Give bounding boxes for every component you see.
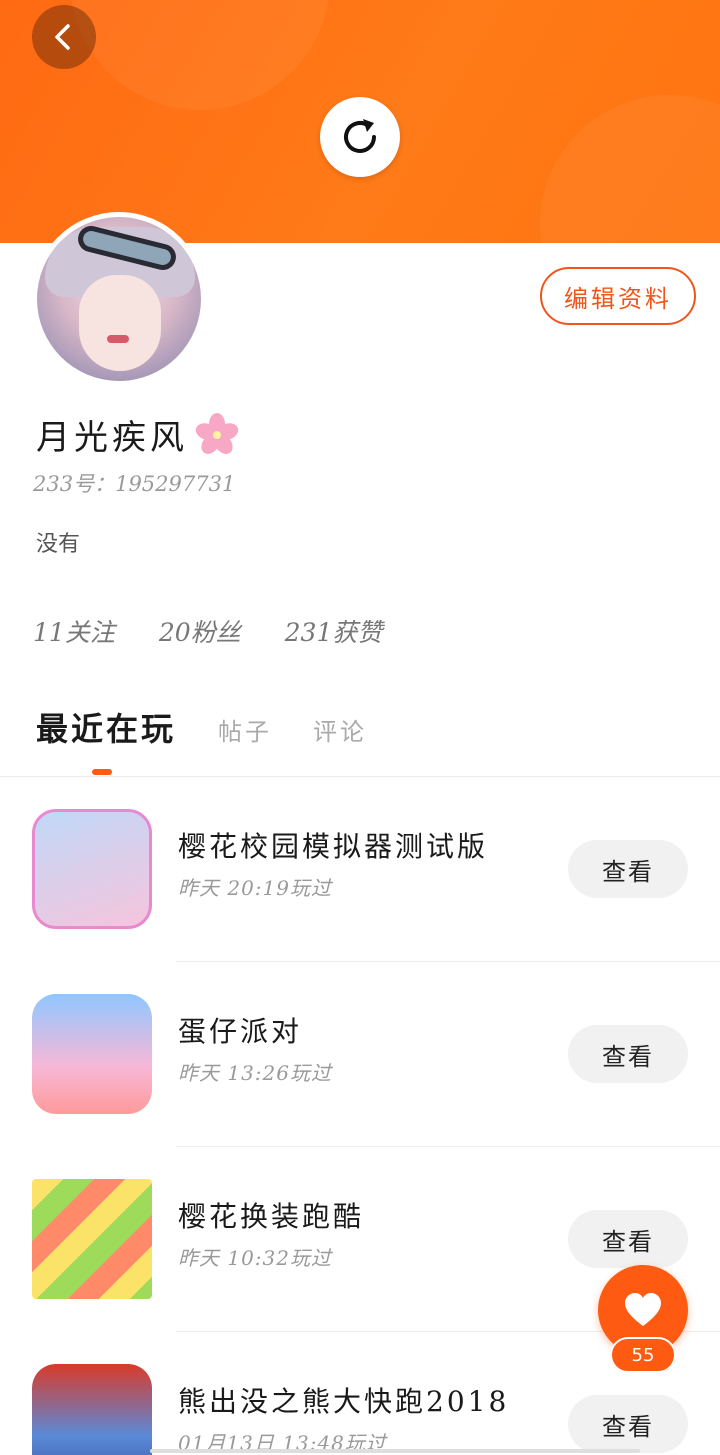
heart-icon bbox=[625, 1293, 661, 1326]
home-indicator bbox=[150, 1449, 640, 1453]
header-decoration bbox=[70, 0, 330, 110]
edit-profile-button[interactable]: 编辑资料 bbox=[540, 267, 696, 325]
view-button[interactable]: 查看 bbox=[568, 1025, 688, 1083]
played-time: 昨天 10:32玩过 bbox=[178, 1246, 332, 1270]
tab-posts[interactable]: 帖子 bbox=[218, 712, 272, 747]
stat-value: 11 bbox=[33, 618, 65, 647]
refresh-icon bbox=[344, 119, 376, 153]
stat-label: 获赞 bbox=[332, 618, 383, 647]
view-button[interactable]: 查看 bbox=[568, 1395, 688, 1453]
stat-label: 关注 bbox=[64, 618, 115, 647]
avatar-image bbox=[37, 217, 201, 381]
active-tab-indicator bbox=[92, 769, 112, 775]
profile-tabs: 最近在玩 帖子 评论 bbox=[0, 700, 720, 777]
stat-followers[interactable]: 20粉丝 bbox=[159, 613, 241, 649]
cherry-blossom-icon bbox=[195, 412, 239, 454]
game-name: 蛋仔派对 bbox=[178, 1015, 303, 1048]
game-icon bbox=[32, 994, 152, 1114]
bio: 没有 bbox=[36, 532, 81, 557]
stats-row: 11关注 20粉丝 231获赞 bbox=[33, 613, 426, 649]
refresh-cover-button[interactable] bbox=[320, 97, 400, 177]
list-item[interactable]: 樱花校园模拟器测试版 昨天 20:19玩过 查看 bbox=[0, 777, 720, 962]
stat-value: 231 bbox=[284, 618, 333, 647]
back-button[interactable] bbox=[32, 5, 96, 69]
back-arrow-icon bbox=[55, 24, 70, 50]
nickname-row: 月光疾风 bbox=[36, 410, 240, 459]
stat-value: 20 bbox=[158, 618, 191, 647]
user-id: 233号：195297731 bbox=[33, 472, 236, 496]
game-icon bbox=[32, 1364, 152, 1455]
tab-recently-played[interactable]: 最近在玩 bbox=[36, 704, 176, 750]
list-item[interactable]: 蛋仔派对 昨天 13:26玩过 查看 bbox=[0, 962, 720, 1147]
game-icon bbox=[32, 1179, 152, 1299]
like-count-badge: 55 bbox=[610, 1337, 676, 1373]
played-time: 昨天 20:19玩过 bbox=[178, 876, 332, 900]
stat-likes[interactable]: 231获赞 bbox=[285, 613, 383, 649]
view-button[interactable]: 查看 bbox=[568, 840, 688, 898]
stat-label: 粉丝 bbox=[190, 618, 241, 647]
game-name: 熊出没之熊大快跑2018 bbox=[178, 1385, 510, 1418]
tab-comments[interactable]: 评论 bbox=[313, 712, 367, 747]
view-button[interactable]: 查看 bbox=[568, 1210, 688, 1268]
game-name: 樱花校园模拟器测试版 bbox=[178, 830, 489, 863]
header-decoration bbox=[540, 95, 720, 243]
avatar[interactable] bbox=[32, 212, 206, 386]
played-time: 昨天 13:26玩过 bbox=[178, 1061, 332, 1085]
nickname: 月光疾风 bbox=[36, 418, 188, 458]
game-icon bbox=[32, 809, 152, 929]
game-name: 樱花换装跑酷 bbox=[178, 1200, 365, 1233]
stat-following[interactable]: 11关注 bbox=[33, 613, 115, 649]
